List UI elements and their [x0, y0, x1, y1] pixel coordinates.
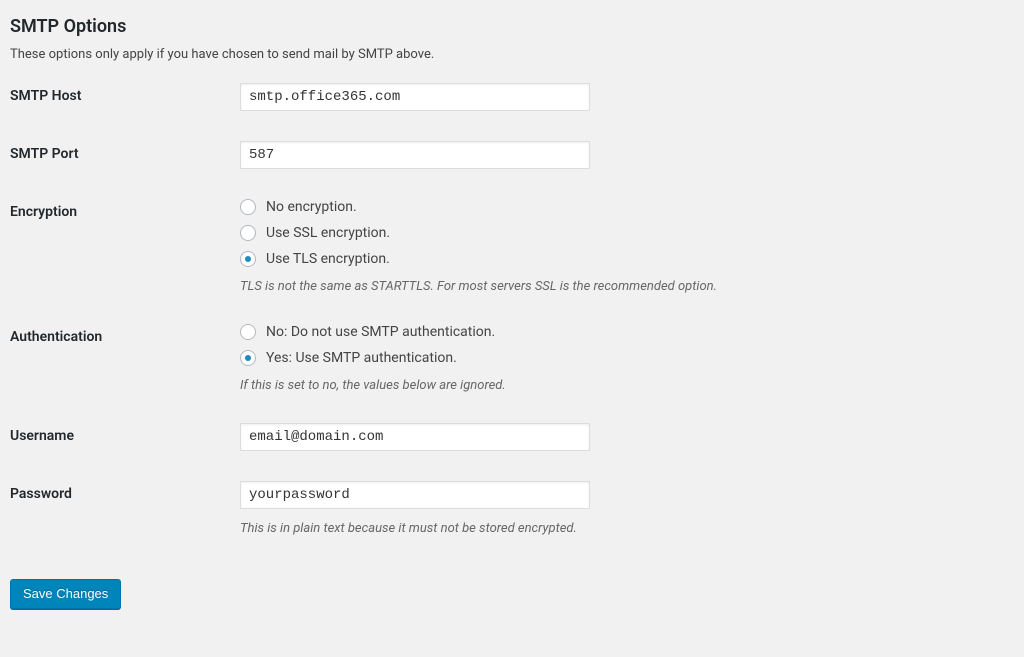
submit-row: Save Changes — [10, 571, 1014, 609]
radio-icon — [240, 225, 256, 241]
password-description: This is in plain text because it must no… — [240, 521, 1004, 536]
authentication-option-yes-label: Yes: Use SMTP authentication. — [266, 350, 457, 366]
username-input[interactable] — [240, 423, 590, 451]
section-title: SMTP Options — [10, 16, 1014, 37]
password-label: Password — [10, 466, 230, 551]
authentication-option-yes[interactable]: Yes: Use SMTP authentication. — [240, 350, 1004, 366]
authentication-description: If this is set to no, the values below a… — [240, 378, 1004, 393]
encryption-option-ssl-label: Use SSL encryption. — [266, 225, 390, 241]
encryption-option-none[interactable]: No encryption. — [240, 199, 1004, 215]
encryption-option-tls[interactable]: Use TLS encryption. — [240, 251, 1004, 267]
radio-icon — [240, 350, 256, 366]
smtp-host-input[interactable] — [240, 83, 590, 111]
encryption-option-ssl[interactable]: Use SSL encryption. — [240, 225, 1004, 241]
encryption-option-none-label: No encryption. — [266, 199, 357, 215]
encryption-option-tls-label: Use TLS encryption. — [266, 251, 390, 267]
section-description: These options only apply if you have cho… — [10, 47, 1014, 62]
encryption-description: TLS is not the same as STARTTLS. For mos… — [240, 279, 1004, 294]
username-label: Username — [10, 408, 230, 466]
radio-icon — [240, 251, 256, 267]
radio-icon — [240, 324, 256, 340]
smtp-port-input[interactable] — [240, 141, 590, 169]
authentication-option-no-label: No: Do not use SMTP authentication. — [266, 324, 495, 340]
smtp-options-table: SMTP Host SMTP Port Encryption No encryp… — [10, 68, 1014, 551]
authentication-label: Authentication — [10, 309, 230, 408]
password-input[interactable] — [240, 481, 590, 509]
radio-icon — [240, 199, 256, 215]
authentication-option-no[interactable]: No: Do not use SMTP authentication. — [240, 324, 1004, 340]
encryption-label: Encryption — [10, 184, 230, 309]
smtp-port-label: SMTP Port — [10, 126, 230, 184]
smtp-host-label: SMTP Host — [10, 68, 230, 126]
save-changes-button[interactable]: Save Changes — [10, 579, 121, 609]
